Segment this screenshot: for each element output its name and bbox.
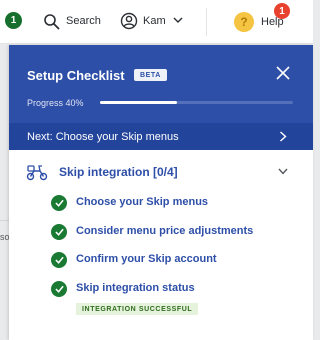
help-icon[interactable]: ? xyxy=(234,12,254,32)
task-item[interactable]: Consider menu price adjustments xyxy=(51,222,291,242)
task-label[interactable]: Choose your Skip menus xyxy=(76,196,208,208)
user-name[interactable]: Kam xyxy=(143,15,166,27)
progress-bar-fill xyxy=(100,101,178,104)
top-bar: 1 Search Kam ? Help 1 xyxy=(0,0,313,44)
chevron-right-icon[interactable] xyxy=(279,131,287,142)
beta-badge: BETA xyxy=(134,69,167,81)
progress-label: Progress 40% xyxy=(27,98,84,108)
task-label[interactable]: Skip integration status xyxy=(76,282,195,294)
skip-integration-section-header[interactable]: Skip integration [0/4] xyxy=(9,158,313,186)
chevron-down-icon[interactable] xyxy=(278,168,288,175)
task-label[interactable]: Confirm your Skip account xyxy=(76,253,217,265)
panel-header: Setup Checklist BETA Progress 40% xyxy=(9,45,313,123)
next-step-label[interactable]: Next: Choose your Skip menus xyxy=(27,131,179,143)
next-step-link[interactable]: Next: Choose your Skip menus xyxy=(9,123,313,150)
task-item[interactable]: Choose your Skip menus xyxy=(51,193,291,213)
checkmark-icon xyxy=(51,195,67,211)
user-avatar-icon[interactable] xyxy=(120,12,138,30)
section-title[interactable]: Skip integration [0/4] xyxy=(59,165,178,179)
progress-bar xyxy=(100,101,293,104)
close-icon[interactable] xyxy=(276,66,290,80)
topbar-divider xyxy=(206,8,207,36)
chevron-down-icon[interactable] xyxy=(173,16,183,24)
integration-status-badge: INTEGRATION SUCCESSFUL xyxy=(76,303,199,315)
task-item[interactable]: Confirm your Skip account xyxy=(51,250,291,270)
checkmark-icon xyxy=(51,224,67,240)
background-divider xyxy=(0,220,9,221)
panel-title: Setup Checklist xyxy=(27,68,125,83)
notification-count-badge[interactable]: 1 xyxy=(5,12,22,29)
scooter-icon xyxy=(26,165,48,181)
checkmark-icon xyxy=(51,252,67,268)
task-item[interactable]: Skip integration status xyxy=(51,279,291,299)
task-label[interactable]: Consider menu price adjustments xyxy=(76,225,253,237)
search-icon[interactable] xyxy=(43,13,60,30)
checkmark-icon xyxy=(51,281,67,297)
help-notification-badge: 1 xyxy=(274,3,290,19)
search-label[interactable]: Search xyxy=(66,15,101,27)
